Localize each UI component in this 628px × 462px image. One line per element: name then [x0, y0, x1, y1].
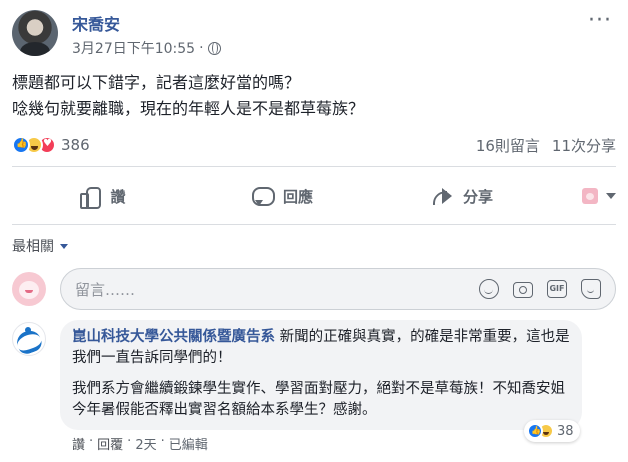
post-text: 標題都可以下錯字，記者這麼好當的嗎？ 唸幾句就要離職，現在的年輕人是不是都草莓族…: [12, 70, 612, 122]
dot-separator: ·: [160, 434, 165, 449]
post-text-line: 唸幾句就要離職，現在的年輕人是不是都草莓族？: [12, 99, 365, 118]
comment-composer: 留言…… GIF: [12, 266, 616, 312]
post-meta: 3月27日下午10:55 ·: [72, 38, 221, 58]
post-timestamp[interactable]: 3月27日下午10:55: [72, 38, 195, 58]
composer-tools: GIF: [479, 279, 601, 299]
like-label: 讚: [110, 187, 126, 206]
globe-icon[interactable]: [207, 41, 221, 55]
comment-like-link[interactable]: 讚: [72, 434, 85, 453]
comment-reaction-count: 38: [557, 423, 574, 439]
like-reaction-icon: [527, 423, 543, 439]
engagement-stats: 16則留言 11次分享: [476, 135, 616, 156]
comment-input[interactable]: 留言…… GIF: [60, 268, 616, 310]
camera-icon[interactable]: [513, 282, 533, 298]
author-name[interactable]: 宋喬安: [72, 11, 120, 35]
share-button[interactable]: 分享: [372, 176, 552, 216]
emoji-icon[interactable]: [479, 279, 499, 299]
post-as-selector[interactable]: [552, 176, 616, 216]
edited-label[interactable]: 已編輯: [169, 434, 208, 453]
dot-separator: ·: [89, 434, 94, 449]
comment-reactions[interactable]: 38: [524, 420, 580, 442]
action-bar: 讚 回應 分享: [12, 172, 616, 220]
more-icon[interactable]: ···: [588, 10, 612, 32]
like-button[interactable]: 讚: [12, 176, 192, 216]
commenter-avatar[interactable]: [12, 322, 46, 356]
reaction-count[interactable]: 386: [61, 136, 90, 154]
comment-label: 回應: [282, 187, 313, 206]
avatar: [12, 272, 46, 306]
reaction-icons[interactable]: [12, 136, 56, 154]
post-header: 宋喬安 3月27日下午10:55 · ···: [12, 8, 616, 60]
speech-bubble-icon: [251, 185, 275, 207]
share-count[interactable]: 11次分享: [552, 135, 616, 156]
thumbs-up-icon: [78, 185, 102, 209]
comment-bubble: 崑山科技大學公共關係暨廣告系 新聞的正確與真實，的確是非常重要，這也是我們一直告…: [60, 320, 582, 430]
divider: [12, 224, 616, 225]
share-label: 分享: [462, 187, 493, 206]
comment-paragraph: 崑山科技大學公共關係暨廣告系 新聞的正確與真實，的確是非常重要，這也是我們一直告…: [72, 327, 570, 369]
post-text-line: 標題都可以下錯字，記者這麼好當的嗎？: [12, 73, 301, 92]
comment-reply-link[interactable]: 回覆: [97, 434, 123, 453]
like-reaction-icon: [12, 136, 30, 154]
comment-placeholder: 留言……: [75, 280, 136, 299]
share-arrow-icon: [431, 185, 453, 207]
comment-count[interactable]: 16則留言: [476, 135, 540, 156]
sort-label: 最相關: [12, 239, 54, 255]
commenter-name[interactable]: 崑山科技大學公共關係暨廣告系: [72, 329, 275, 345]
comment-paragraph: 我們系方會繼續鍛鍊學生實作、學習面對壓力，絕對不是草莓族！不知喬安姐今年暑假能否…: [72, 381, 565, 418]
meta-separator: ·: [199, 40, 204, 56]
dot-separator: ·: [127, 434, 132, 449]
comment-button[interactable]: 回應: [192, 176, 372, 216]
comment-sort-dropdown[interactable]: 最相關: [12, 236, 68, 256]
author-avatar[interactable]: [12, 10, 58, 56]
divider: [12, 166, 616, 167]
sticker-icon[interactable]: [581, 279, 601, 299]
mini-avatar: [582, 188, 598, 204]
reactions-bar: 386 16則留言 11次分享: [12, 134, 616, 156]
chevron-down-icon: [60, 243, 68, 249]
comment-actions: 讚 · 回覆 · 2天 · 已編輯: [72, 434, 208, 453]
comment-time[interactable]: 2天: [135, 434, 156, 453]
chevron-down-icon: [606, 193, 616, 199]
reaction-icons: [527, 423, 554, 439]
gif-icon[interactable]: GIF: [547, 280, 567, 298]
